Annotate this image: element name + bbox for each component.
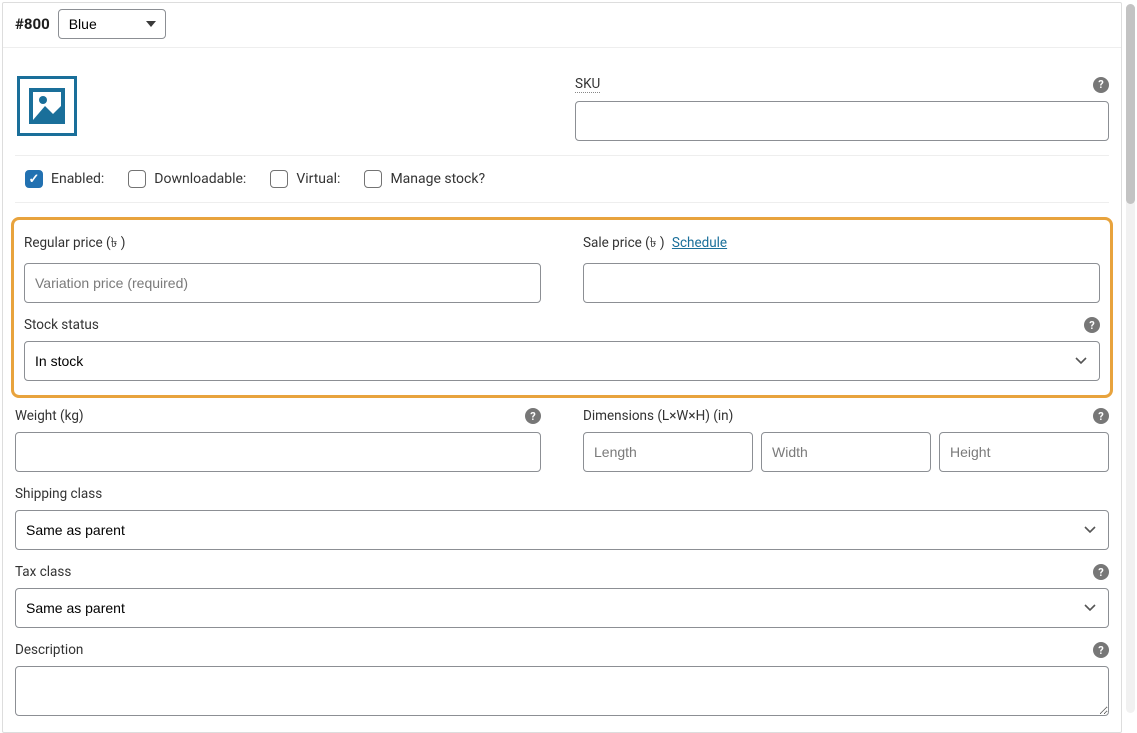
sku-input[interactable]	[575, 101, 1109, 141]
virtual-checkbox[interactable]: Virtual:	[270, 170, 340, 188]
checkbox-row: Enabled: Downloadable: Virtual: Manage s…	[15, 156, 1109, 203]
length-input[interactable]	[583, 432, 753, 472]
tax-class-select[interactable]: Same as parent	[15, 588, 1109, 628]
checkbox-icon	[364, 170, 382, 188]
weight-input[interactable]	[15, 432, 541, 472]
pricing-highlight: Regular price (৳ ) Sale price (৳ ) Sched…	[11, 217, 1113, 398]
sale-price-input[interactable]	[583, 263, 1100, 303]
help-icon[interactable]: ?	[1093, 642, 1109, 658]
enabled-checkbox[interactable]: Enabled:	[25, 170, 104, 188]
stock-status-label: Stock status	[24, 317, 99, 333]
enabled-label: Enabled:	[51, 171, 104, 187]
variation-id: #800	[15, 15, 50, 33]
scrollbar-thumb[interactable]	[1126, 4, 1135, 204]
tax-class-label: Tax class	[15, 564, 71, 580]
checkbox-icon	[270, 170, 288, 188]
regular-price-input[interactable]	[24, 263, 541, 303]
checkbox-icon	[25, 170, 43, 188]
downloadable-label: Downloadable:	[154, 171, 246, 187]
image-icon	[27, 86, 67, 126]
description-label: Description	[15, 642, 83, 658]
description-textarea[interactable]	[15, 666, 1109, 716]
attribute-select-color[interactable]: Blue	[58, 9, 166, 39]
manage-stock-label: Manage stock?	[390, 171, 485, 187]
schedule-link[interactable]: Schedule	[672, 235, 727, 251]
help-icon[interactable]: ?	[1084, 317, 1100, 333]
height-input[interactable]	[939, 432, 1109, 472]
variation-image-placeholder[interactable]	[17, 76, 77, 136]
help-icon[interactable]: ?	[1093, 408, 1109, 424]
downloadable-checkbox[interactable]: Downloadable:	[128, 170, 246, 188]
shipping-class-label: Shipping class	[15, 486, 102, 502]
variation-header: #800 Blue	[3, 3, 1121, 48]
weight-label: Weight (kg)	[15, 408, 84, 424]
shipping-class-select[interactable]: Same as parent	[15, 510, 1109, 550]
width-input[interactable]	[761, 432, 931, 472]
sale-price-label: Sale price (৳ )	[583, 235, 665, 251]
virtual-label: Virtual:	[296, 171, 340, 187]
regular-price-label: Regular price (৳ )	[24, 232, 125, 255]
dimensions-label: Dimensions (L×W×H) (in)	[583, 408, 733, 424]
help-icon[interactable]: ?	[525, 408, 541, 424]
top-section: SKU ?	[15, 48, 1109, 156]
help-icon[interactable]: ?	[1093, 564, 1109, 580]
manage-stock-checkbox[interactable]: Manage stock?	[364, 170, 485, 188]
checkbox-icon	[128, 170, 146, 188]
help-icon[interactable]: ?	[1093, 77, 1109, 93]
stock-status-select[interactable]: In stock	[24, 341, 1100, 381]
variation-panel: #800 Blue SKU ?	[2, 2, 1122, 733]
sku-label: SKU	[575, 76, 600, 93]
scrollbar[interactable]	[1126, 4, 1135, 713]
